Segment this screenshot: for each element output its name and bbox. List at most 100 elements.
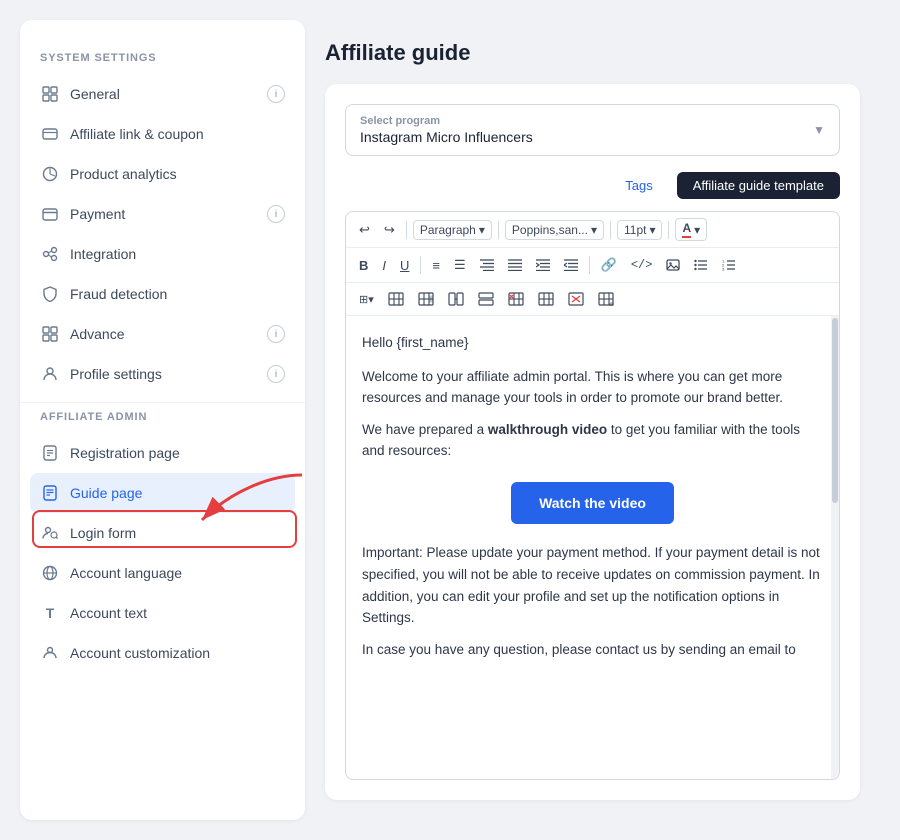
align-center-button[interactable]: ☰ — [449, 254, 471, 276]
sidebar-item-registration-page[interactable]: Registration page — [20, 433, 305, 473]
align-left-button[interactable]: ≡ — [427, 255, 445, 276]
table-add-col-before[interactable] — [383, 289, 409, 309]
table-merge[interactable] — [443, 289, 469, 309]
sidebar-item-account-customization[interactable]: Account customization — [20, 633, 305, 673]
account-customization-icon — [40, 643, 60, 663]
sidebar-item-integration[interactable]: Integration — [20, 234, 305, 274]
content-card: Select program Instagram Micro Influence… — [325, 84, 860, 800]
sidebar-item-profile-settings[interactable]: Profile settings i — [20, 354, 305, 394]
toolbar-row2: B I U ≡ ☰ — [346, 248, 839, 283]
toolbar-sep6 — [589, 256, 590, 274]
underline-button[interactable]: U — [395, 255, 414, 276]
select-program-label: Select program — [360, 115, 533, 127]
sidebar-integration-label: Integration — [70, 246, 285, 262]
editor-para2: We have prepared a walkthrough video to … — [362, 419, 823, 462]
scrollbar-track[interactable] — [831, 316, 839, 779]
sidebar-item-fraud-detection[interactable]: Fraud detection — [20, 274, 305, 314]
image-button[interactable] — [661, 256, 685, 274]
sidebar-account-customization-label: Account customization — [70, 645, 285, 661]
select-program-wrapper: Select program Instagram Micro Influence… — [345, 104, 840, 156]
sidebar-item-advance[interactable]: Advance i — [20, 314, 305, 354]
payment-badge: i — [267, 205, 285, 223]
sidebar-login-form-label: Login form — [70, 525, 285, 541]
tabs-row: Tags Affiliate guide template — [345, 172, 840, 199]
size-chevron: ▾ — [649, 223, 655, 237]
sidebar-product-analytics-label: Product analytics — [70, 166, 285, 182]
hello-text: Hello {first_name} — [362, 335, 469, 350]
editor-content[interactable]: Hello {first_name} Welcome to your affil… — [346, 316, 839, 779]
font-select[interactable]: Poppins,san... ▾ — [505, 220, 604, 240]
align-right-button[interactable] — [475, 256, 499, 274]
editor-wrapper: ↩ ↪ Paragraph ▾ Poppins,san... ▾ 11pt — [345, 211, 840, 780]
sidebar-profile-settings-label: Profile settings — [70, 366, 257, 382]
font-color-select[interactable]: A ▾ — [675, 218, 707, 241]
list-ordered-button[interactable]: 1.2.3. — [717, 256, 741, 274]
select-program-dropdown[interactable]: Select program Instagram Micro Influence… — [345, 104, 840, 156]
font-color-a: A — [682, 221, 691, 238]
toolbar-sep5 — [420, 256, 421, 274]
paragraph-select[interactable]: Paragraph ▾ — [413, 220, 492, 240]
table-add-col-after[interactable] — [413, 289, 439, 309]
italic-button[interactable]: I — [377, 255, 391, 276]
scrollbar-thumb[interactable] — [832, 318, 838, 503]
profile-settings-badge: i — [267, 365, 285, 383]
table-del-row[interactable] — [533, 289, 559, 309]
font-color-chevron: ▾ — [694, 223, 700, 237]
table-button[interactable]: ⊞▾ — [354, 290, 379, 309]
justify-button[interactable] — [503, 256, 527, 274]
sidebar-advance-label: Advance — [70, 326, 257, 342]
redo-button[interactable]: ↪ — [379, 219, 400, 241]
sidebar-registration-page-label: Registration page — [70, 445, 285, 461]
table-del-table[interactable] — [563, 289, 589, 309]
sidebar-item-guide-page[interactable]: Guide page — [30, 473, 295, 513]
account-language-icon — [40, 563, 60, 583]
select-program-value: Instagram Micro Influencers — [360, 129, 533, 145]
sidebar-payment-label: Payment — [70, 206, 257, 222]
code-button[interactable]: </> — [626, 255, 658, 275]
size-label: 11pt — [624, 223, 646, 237]
watch-video-button[interactable]: Watch the video — [511, 482, 674, 524]
account-text-icon: T — [40, 603, 60, 623]
toolbar-row1: ↩ ↪ Paragraph ▾ Poppins,san... ▾ 11pt — [346, 212, 839, 248]
guide-page-icon — [40, 483, 60, 503]
sidebar-affiliate-link-label: Affiliate link & coupon — [70, 126, 285, 142]
sidebar-item-account-language[interactable]: Account language — [20, 553, 305, 593]
advance-icon — [40, 324, 60, 344]
link-button[interactable]: 🔗 — [596, 254, 622, 276]
main-content: Affiliate guide Select program Instagram… — [305, 20, 880, 820]
sidebar-item-payment[interactable]: Payment i — [20, 194, 305, 234]
toolbar-row3: ⊞▾ — [346, 283, 839, 316]
editor-para3: Important: Please update your payment me… — [362, 542, 823, 628]
toolbar-sep2 — [498, 221, 499, 239]
sidebar-item-account-text[interactable]: T Account text — [20, 593, 305, 633]
tab-tags[interactable]: Tags — [609, 172, 668, 199]
sidebar-item-login-form[interactable]: Login form — [20, 513, 305, 553]
chevron-down-icon: ▼ — [813, 123, 825, 137]
sidebar-item-affiliate-link[interactable]: Affiliate link & coupon — [20, 114, 305, 154]
bold-button[interactable]: B — [354, 255, 373, 276]
list-unordered-button[interactable] — [689, 256, 713, 274]
table-more[interactable] — [593, 289, 619, 309]
profile-settings-icon — [40, 364, 60, 384]
sidebar: SYSTEM SETTINGS General i Affiliate link… — [20, 20, 305, 820]
affiliate-admin-section-title: AFFILIATE ADMIN — [20, 411, 305, 433]
integration-icon — [40, 244, 60, 264]
size-select[interactable]: 11pt ▾ — [617, 220, 663, 240]
sidebar-guide-page-label: Guide page — [70, 485, 285, 501]
editor-hello-line: Hello {first_name} — [362, 332, 823, 354]
page-title: Affiliate guide — [325, 40, 860, 66]
sidebar-item-general[interactable]: General i — [20, 74, 305, 114]
general-icon — [40, 84, 60, 104]
tab-affiliate-guide-template[interactable]: Affiliate guide template — [677, 172, 840, 199]
indent-button[interactable] — [531, 256, 555, 274]
undo-button[interactable]: ↩ — [354, 219, 375, 241]
sidebar-divider — [20, 402, 305, 403]
sidebar-item-product-analytics[interactable]: Product analytics — [20, 154, 305, 194]
affiliate-link-icon — [40, 124, 60, 144]
watch-video-wrapper: Watch the video — [362, 472, 823, 534]
table-split[interactable] — [473, 289, 499, 309]
table-del-col[interactable] — [503, 289, 529, 309]
sidebar-fraud-label: Fraud detection — [70, 286, 285, 302]
outdent-button[interactable] — [559, 256, 583, 274]
payment-icon — [40, 204, 60, 224]
